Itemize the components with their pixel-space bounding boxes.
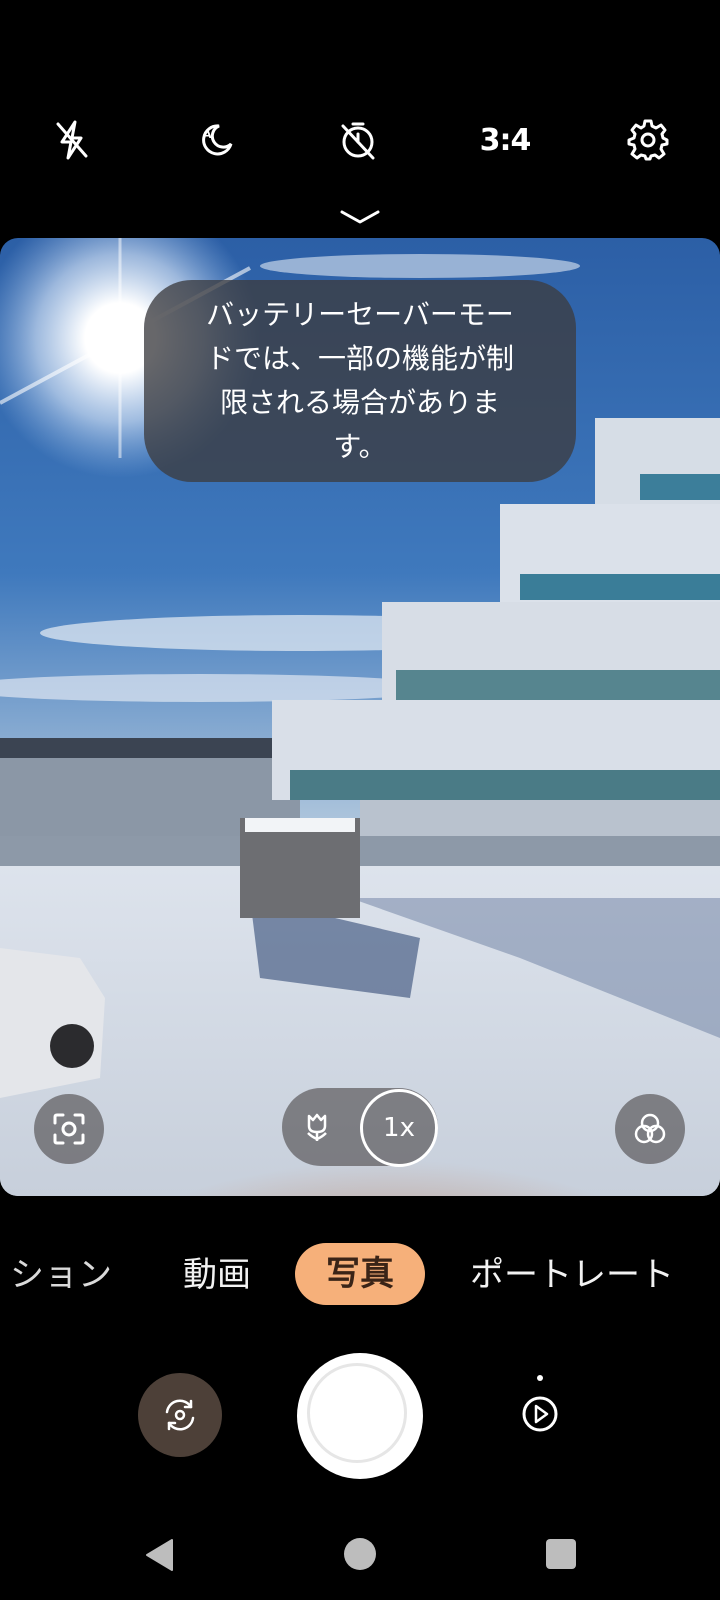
camera-screen: A 3:4 バッテリーセーバーモー ドでは、一部の機能が制 限される場合がありま… bbox=[0, 0, 720, 1600]
recent-apps-icon[interactable] bbox=[546, 1539, 576, 1569]
gear-icon[interactable] bbox=[608, 100, 688, 180]
gallery-button[interactable] bbox=[514, 1372, 566, 1442]
camera-viewfinder[interactable]: バッテリーセーバーモー ドでは、一部の機能が制 限される場合がありま す。 1x bbox=[0, 238, 720, 1196]
mode-tab-partial[interactable]: ション bbox=[10, 1243, 112, 1307]
switch-camera-icon bbox=[165, 1399, 195, 1431]
mode-tab-photo[interactable]: 写真 bbox=[295, 1243, 425, 1305]
expand-chevron-icon[interactable] bbox=[339, 208, 381, 228]
gallery-play-icon bbox=[522, 1375, 558, 1432]
mode-selector: ション 動画 写真 ポートレート bbox=[0, 1243, 720, 1307]
battery-saver-toast: バッテリーセーバーモー ドでは、一部の機能が制 限される場合がありま す。 bbox=[144, 280, 576, 482]
mode-tab-video[interactable]: 動画 bbox=[183, 1243, 251, 1307]
top-toolbar: A 3:4 bbox=[0, 100, 720, 180]
aspect-ratio-button[interactable]: 3:4 bbox=[465, 100, 545, 180]
filters-icon bbox=[634, 1113, 666, 1144]
back-icon[interactable] bbox=[144, 1538, 174, 1572]
zoom-control: 1x bbox=[282, 1088, 438, 1167]
mode-tab-portrait[interactable]: ポートレート bbox=[470, 1243, 674, 1307]
macro-flower-icon bbox=[307, 1113, 327, 1141]
auto-night-icon[interactable]: A bbox=[175, 100, 255, 180]
navigation-bar bbox=[0, 1530, 720, 1580]
aspect-ratio-label: 3:4 bbox=[479, 122, 532, 158]
shutter-button[interactable] bbox=[297, 1353, 423, 1479]
shutter-inner-ring bbox=[307, 1363, 407, 1463]
timer-off-icon[interactable] bbox=[318, 100, 398, 180]
toast-message: バッテリーセーバーモー ドでは、一部の機能が制 限される場合がありま す。 bbox=[205, 298, 514, 463]
svg-text:A: A bbox=[203, 128, 212, 141]
macro-button[interactable] bbox=[292, 1102, 342, 1152]
scan-icon bbox=[53, 1113, 85, 1145]
flash-off-icon[interactable] bbox=[32, 100, 112, 180]
switch-camera-button[interactable] bbox=[138, 1373, 222, 1457]
scan-button[interactable] bbox=[34, 1094, 104, 1164]
zoom-1x-button[interactable]: 1x bbox=[360, 1089, 438, 1167]
zoom-label: 1x bbox=[383, 1113, 415, 1143]
home-icon[interactable] bbox=[344, 1538, 376, 1570]
filters-button[interactable] bbox=[615, 1094, 685, 1164]
